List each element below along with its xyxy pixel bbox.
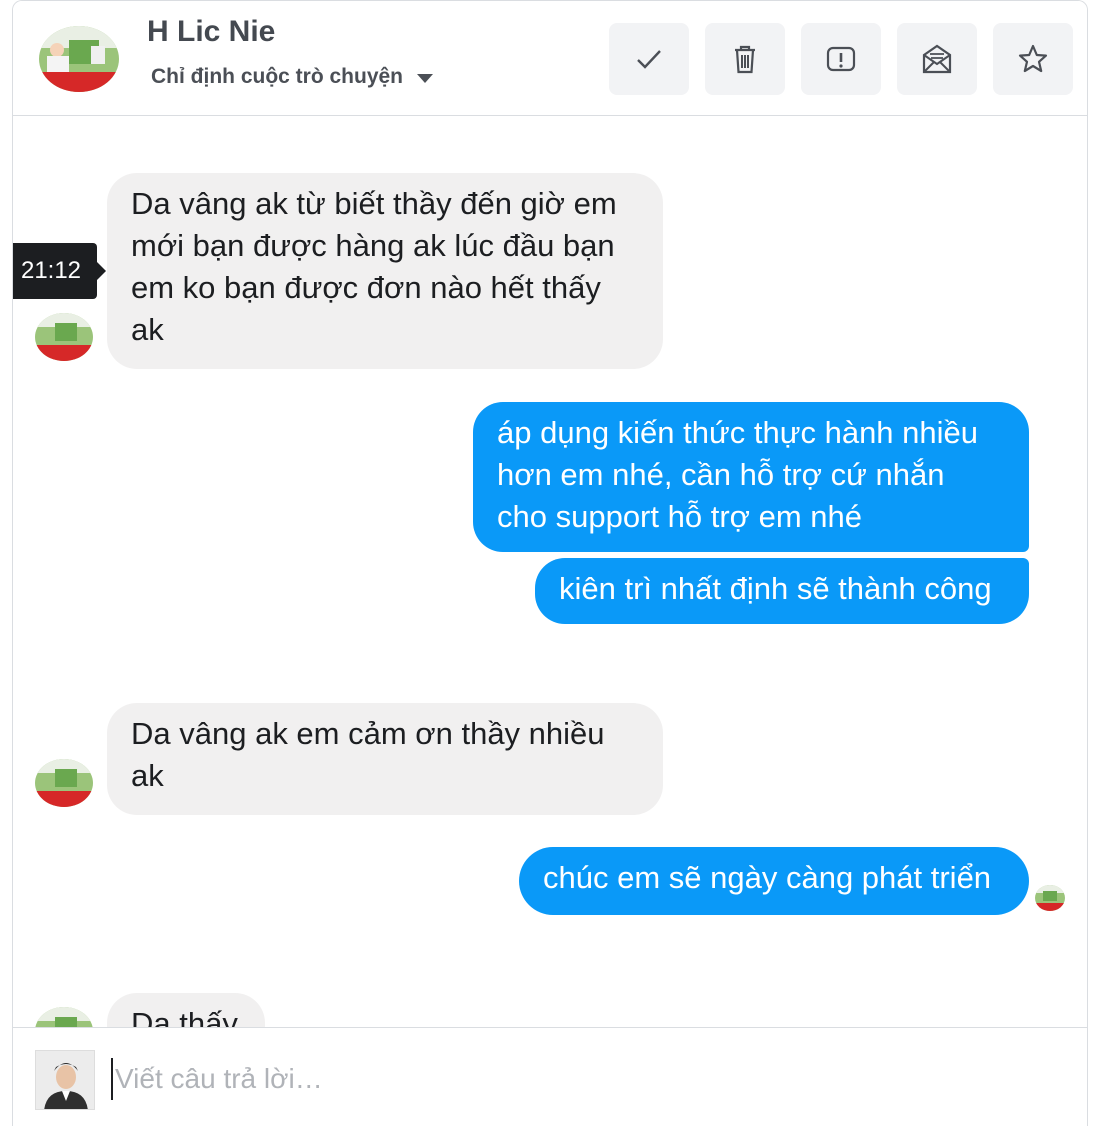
timestamp-tooltip: 21:12 (13, 243, 106, 299)
conversation-panel: H Lic Nie Chỉ định cuộc trò chuyện 21:12… (12, 0, 1088, 1126)
message-line: ak (131, 312, 164, 347)
reply-composer (13, 1027, 1087, 1126)
star-icon (1018, 44, 1048, 73)
star-button[interactable] (993, 23, 1073, 95)
exclamation-icon (826, 46, 856, 72)
message-line: Da vâng ak em cảm ơn thầy nhiều (131, 716, 605, 751)
message-line: mới bạn được hàng ak lúc đầu bạn (131, 228, 615, 263)
report-button[interactable] (801, 23, 881, 95)
message-line: ak (131, 758, 164, 793)
sender-avatar[interactable] (35, 759, 93, 807)
message-line: cho support hỗ trợ em nhé (497, 499, 862, 534)
trash-icon (735, 45, 755, 74)
mark-unread-button[interactable] (897, 23, 977, 95)
mark-done-button[interactable] (609, 23, 689, 95)
contact-name: H Lic Nie (147, 15, 276, 48)
contact-avatar[interactable] (39, 26, 119, 92)
message-bubble-outgoing[interactable]: áp dụng kiến thức thực hành nhiều hơn em… (473, 402, 1029, 552)
message-thread[interactable]: 21:12 Da vâng ak từ biết thầy đến giờ em… (13, 117, 1087, 1027)
timestamp-text: 21:12 (20, 257, 82, 284)
message-line: kiên trì nhất định sẽ thành công (559, 571, 992, 606)
message-line: Da vâng ak từ biết thầy đến giờ em (131, 186, 617, 221)
assign-conversation-dropdown[interactable]: Chỉ định cuộc trò chuyện (151, 65, 434, 89)
delete-button[interactable] (705, 23, 785, 95)
message-bubble-outgoing[interactable]: kiên trì nhất định sẽ thành công (535, 558, 1029, 624)
message-bubble-incoming[interactable]: Da vâng ak từ biết thầy đến giờ em mới b… (107, 173, 663, 369)
message-line: em ko bạn được đơn nào hết thấy (131, 270, 601, 305)
sender-avatar[interactable] (35, 313, 93, 361)
message-line: áp dụng kiến thức thực hành nhiều (497, 415, 979, 450)
my-avatar (35, 1050, 95, 1110)
message-bubble-incoming[interactable]: Da thấy (107, 993, 265, 1027)
message-line: chúc em sẽ ngày càng phát triển (543, 860, 992, 895)
sender-avatar[interactable] (35, 1007, 93, 1027)
conversation-header: H Lic Nie Chỉ định cuộc trò chuyện (13, 1, 1087, 116)
seen-receipt-avatar (1035, 885, 1065, 911)
reply-input[interactable] (111, 1058, 1011, 1100)
assign-label: Chỉ định cuộc trò chuyện (151, 65, 404, 88)
message-line: Da thấy (131, 1006, 238, 1027)
check-icon (637, 50, 661, 69)
caret-down-icon (417, 73, 434, 83)
message-line: hơn em nhé, cần hỗ trợ cứ nhắn (497, 457, 945, 492)
message-bubble-incoming[interactable]: Da vâng ak em cảm ơn thầy nhiều ak (107, 703, 663, 815)
envelope-icon (922, 44, 952, 74)
message-bubble-outgoing[interactable]: chúc em sẽ ngày càng phát triển (519, 847, 1029, 915)
